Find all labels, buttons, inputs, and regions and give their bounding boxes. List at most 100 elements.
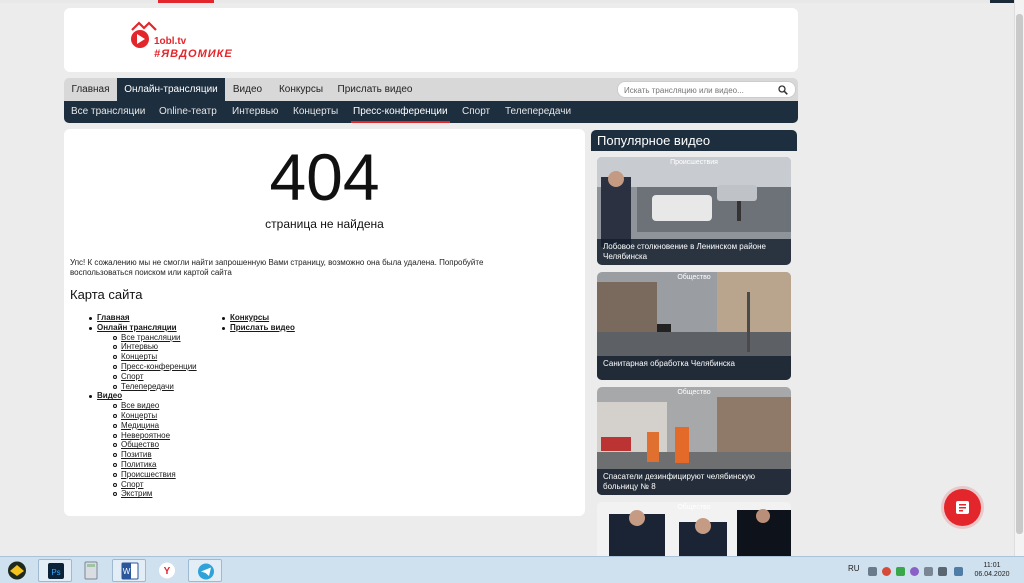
sitemap-link-label: Главная <box>97 313 130 322</box>
tray-viber-icon[interactable] <box>910 567 919 576</box>
sitemap-link-all-streams[interactable]: Все трансляции <box>97 333 197 343</box>
subnav-item-all-streams[interactable]: Все трансляции <box>71 101 145 123</box>
popular-videos-title: Популярное видео <box>591 130 797 151</box>
sitemap-link-incredible[interactable]: Невероятное <box>97 431 197 441</box>
system-clock[interactable]: 11:01 06.04.2020 <box>972 561 1012 579</box>
sitemap-link-video-concerts[interactable]: Концерты <box>97 411 197 421</box>
sitemap-link-home[interactable]: Главная <box>89 313 197 323</box>
clock-date: 06.04.2020 <box>974 571 1010 578</box>
yandex-browser-icon[interactable]: Y <box>150 559 184 582</box>
video-caption: Спасатели дезинфицируют челябинскую боль… <box>597 469 791 495</box>
feedback-button[interactable] <box>944 489 981 526</box>
video-caption: Санитарная обработка Челябинска <box>597 356 791 380</box>
sitemap-link-label: Общество <box>121 440 160 450</box>
sitemap-link-incidents[interactable]: Происшествия <box>97 470 197 480</box>
telegram-icon[interactable] <box>188 559 222 582</box>
tray-action-center-icon[interactable] <box>954 567 963 576</box>
page-scrollbar[interactable] <box>1014 0 1024 556</box>
active-tab-indicator <box>158 0 214 3</box>
error-content-panel: 404 страница не найдена Упс! К сожалению… <box>64 129 585 516</box>
popular-video-card[interactable]: Общество Санитарная обработка Челябинска <box>597 272 791 380</box>
sitemap-column-2: Конкурсы Прислать видео <box>222 313 295 333</box>
clock-time: 11:01 <box>983 562 1001 569</box>
sitemap-link-label: Спорт <box>121 371 144 381</box>
sitemap-link-society[interactable]: Общество <box>97 440 197 450</box>
windows-start-icon[interactable] <box>2 559 32 582</box>
popular-video-card[interactable]: Общество <box>597 502 791 556</box>
sitemap-link-press-conferences[interactable]: Пресс-конференции <box>97 362 197 372</box>
error-title: страница не найдена <box>265 217 384 231</box>
nav-item-home[interactable]: Главная <box>64 78 117 101</box>
error-message: Упс! К сожалению мы не смогли найти запр… <box>70 258 484 277</box>
sitemap-link-label: Происшествия <box>121 469 176 479</box>
logo-site-name: 1obl.tv <box>154 36 187 47</box>
chat-icon <box>956 501 969 514</box>
photoshop-icon[interactable]: Ps <box>38 559 72 582</box>
popular-video-card[interactable]: Происшествия Лобовое столкновение в Лени… <box>597 157 791 265</box>
video-category: Происшествия <box>670 159 718 166</box>
tray-app-icon[interactable] <box>882 567 891 576</box>
sitemap-link-label: Медицина <box>121 420 160 430</box>
subnav-item-press-conferences[interactable]: Пресс-конференции <box>351 101 450 123</box>
keyboard-language[interactable]: RU <box>848 564 860 573</box>
tray-expand-icon[interactable] <box>868 567 877 576</box>
popular-video-card[interactable]: Общество Спасатели дезинфицируют челябин… <box>597 387 791 495</box>
sitemap-title: Карта сайта <box>70 287 143 302</box>
nav-item-send-video[interactable]: Прислать видео <box>332 78 418 101</box>
tray-volume-icon[interactable] <box>938 567 947 576</box>
video-category: Общество <box>677 389 711 396</box>
sitemap-link-medicine[interactable]: Медицина <box>97 421 197 431</box>
sitemap-link-positive[interactable]: Позитив <box>97 450 197 460</box>
sitemap-link-concerts[interactable]: Концерты <box>97 352 197 362</box>
browser-top-strip <box>0 0 1024 3</box>
tray-network-icon[interactable] <box>924 567 933 576</box>
window-edge <box>990 0 1014 3</box>
sitemap-column-1: Главная Онлайн трансляции Все трансляции… <box>89 313 197 499</box>
sitemap-link-tv-shows[interactable]: Телепередачи <box>97 382 197 392</box>
calculator-icon[interactable] <box>74 559 108 582</box>
video-caption: Лобовое столкновение в Ленинском районе … <box>597 239 791 265</box>
tray-security-icon[interactable] <box>896 567 905 576</box>
sitemap-link-label: Политика <box>121 459 157 469</box>
sitemap-link-live[interactable]: Онлайн трансляции <box>89 323 197 333</box>
sitemap-link-contests[interactable]: Конкурсы <box>222 313 295 323</box>
os-taskbar: Ps W Y RU 11:01 06.04.2020 <box>0 556 1024 583</box>
word-icon[interactable]: W <box>112 559 146 582</box>
sitemap-link-extreme[interactable]: Экстрим <box>97 489 197 499</box>
sitemap-link-video[interactable]: Видео <box>89 391 197 401</box>
video-category: Общество <box>677 504 711 511</box>
subnav-item-online-theatre[interactable]: Online-театр <box>159 101 217 123</box>
nav-item-live[interactable]: Онлайн-трансляции <box>117 78 225 101</box>
sitemap-link-label: Видео <box>97 391 123 401</box>
site-logo[interactable]: 1obl.tv #ЯВДОМИКЕ <box>130 20 240 64</box>
main-navigation: Главная Онлайн-трансляции Видео Конкурсы… <box>64 78 798 101</box>
scrollbar-thumb[interactable] <box>1016 14 1023 534</box>
nav-item-video[interactable]: Видео <box>225 78 270 101</box>
sitemap-link-label: Все видео <box>121 401 160 411</box>
nav-item-contests[interactable]: Конкурсы <box>270 78 332 101</box>
sitemap-link-send-video[interactable]: Прислать видео <box>222 322 295 333</box>
subnav-item-tv-shows[interactable]: Телепередачи <box>505 101 571 123</box>
error-code: 404 <box>269 140 380 214</box>
search-icon[interactable] <box>778 85 788 95</box>
sitemap-link-label: Пресс-конференции <box>121 361 197 371</box>
subnav-item-concerts[interactable]: Концерты <box>293 101 338 123</box>
sitemap-link-label: Телепередачи <box>121 381 174 391</box>
sitemap-link-label: Невероятное <box>121 430 171 440</box>
svg-text:Ps: Ps <box>51 568 60 577</box>
sitemap-link-label: Прислать видео <box>230 322 295 332</box>
sub-navigation: Все трансляции Online-театр Интервью Кон… <box>64 101 798 123</box>
sitemap-link-label: Экстрим <box>121 489 153 499</box>
search-input[interactable] <box>624 84 774 96</box>
sitemap-link-video-sport[interactable]: Спорт <box>97 480 197 490</box>
svg-text:Y: Y <box>164 566 171 577</box>
sitemap-link-interviews[interactable]: Интервью <box>97 342 197 352</box>
sitemap-link-politics[interactable]: Политика <box>97 460 197 470</box>
sitemap-link-sport[interactable]: Спорт <box>97 372 197 382</box>
subnav-item-interviews[interactable]: Интервью <box>232 101 278 123</box>
sitemap-link-all-videos[interactable]: Все видео <box>97 401 197 411</box>
sitemap-link-label: Конкурсы <box>230 313 270 322</box>
subnav-item-sport[interactable]: Спорт <box>462 101 490 123</box>
sitemap-link-label: Позитив <box>121 450 152 460</box>
sitemap-link-label: Все трансляции <box>121 332 181 342</box>
